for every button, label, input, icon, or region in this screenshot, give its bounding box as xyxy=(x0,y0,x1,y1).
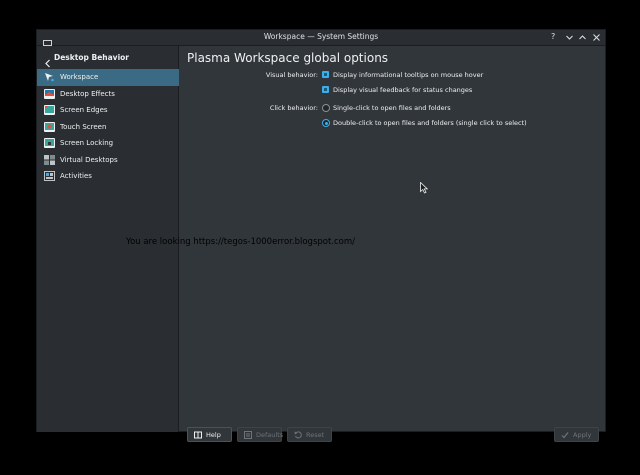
close-icon[interactable] xyxy=(592,33,601,42)
sidebar-item-activities[interactable]: Activities xyxy=(37,168,179,185)
click-behavior-label: Click behavior: xyxy=(269,104,318,112)
status-feedback-checkbox[interactable] xyxy=(322,86,329,93)
sidebar-item-label: Screen Locking xyxy=(60,139,114,147)
page-title: Plasma Workspace global options xyxy=(187,51,389,65)
maximize-icon[interactable] xyxy=(578,33,587,42)
help-icon[interactable]: ? xyxy=(551,32,560,41)
sidebar-item-desktop-effects[interactable]: Desktop Effects xyxy=(37,86,179,103)
screen-locking-icon xyxy=(44,138,55,148)
watermark-text: You are looking https://tegos-1000error.… xyxy=(126,237,356,247)
virtual-desktops-icon xyxy=(44,154,55,165)
double-click-radio[interactable] xyxy=(322,119,330,127)
single-click-radio[interactable] xyxy=(322,104,330,112)
tooltips-option-label[interactable]: Display informational tooltips on mouse … xyxy=(333,71,483,79)
sidebar-item-label: Virtual Desktops xyxy=(60,155,118,164)
checkmark-icon xyxy=(561,431,569,439)
sidebar-item-label: Screen Edges xyxy=(60,106,108,114)
tooltips-checkbox[interactable] xyxy=(322,71,329,78)
system-settings-window: Workspace — System Settings ? Desktop Be… xyxy=(36,29,606,442)
sidebar-item-screen-locking[interactable]: Screen Locking xyxy=(37,135,179,152)
sidebar-list: Workspace Desktop Effects Screen Edges T… xyxy=(37,69,179,185)
mouse-pointer-icon xyxy=(420,179,429,194)
touch-screen-icon xyxy=(44,121,55,132)
minimize-icon[interactable] xyxy=(565,33,574,42)
back-arrow-icon[interactable] xyxy=(44,53,52,68)
sidebar-item-label: Touch Screen xyxy=(60,122,107,131)
sidebar-item-virtual-desktops[interactable]: Virtual Desktops xyxy=(37,152,179,169)
sidebar-header: Desktop Behavior xyxy=(37,46,179,68)
single-click-option-label[interactable]: Single-click to open files and folders xyxy=(333,104,451,112)
sidebar-item-label: Activities xyxy=(60,172,92,180)
defaults-button[interactable]: Defaults xyxy=(237,427,284,442)
workspace-icon xyxy=(44,72,55,82)
reset-icon xyxy=(294,431,302,439)
help-icon xyxy=(194,431,202,439)
apply-button-label: Apply xyxy=(573,431,592,439)
help-button-label: Help xyxy=(206,431,221,439)
reset-button-label: Reset xyxy=(306,431,325,439)
sidebar-item-label: Desktop Effects xyxy=(60,89,115,98)
window-title: Workspace — System Settings xyxy=(263,32,379,41)
status-feedback-option-label[interactable]: Display visual feedback for status chang… xyxy=(333,86,472,94)
reset-button[interactable]: Reset xyxy=(287,427,332,442)
desktop-effects-icon xyxy=(44,88,55,99)
titlebar[interactable]: Workspace — System Settings ? xyxy=(37,30,605,48)
apply-button[interactable]: Apply xyxy=(554,427,599,442)
sidebar-item-label: Workspace xyxy=(60,73,99,81)
defaults-icon xyxy=(244,431,252,439)
sidebar-item-touch-screen[interactable]: Touch Screen xyxy=(37,119,179,136)
sidebar-item-workspace[interactable]: Workspace xyxy=(37,69,179,86)
sidebar-heading: Desktop Behavior xyxy=(54,53,129,62)
activities-icon xyxy=(44,171,55,181)
sidebar-item-screen-edges[interactable]: Screen Edges xyxy=(37,102,179,119)
screen-edges-icon xyxy=(44,105,55,115)
defaults-button-label: Defaults xyxy=(256,431,284,439)
help-button[interactable]: Help xyxy=(187,427,232,442)
visual-behavior-label: Visual behavior: xyxy=(265,71,318,79)
double-click-option-label[interactable]: Double-click to open files and folders (… xyxy=(333,119,527,127)
